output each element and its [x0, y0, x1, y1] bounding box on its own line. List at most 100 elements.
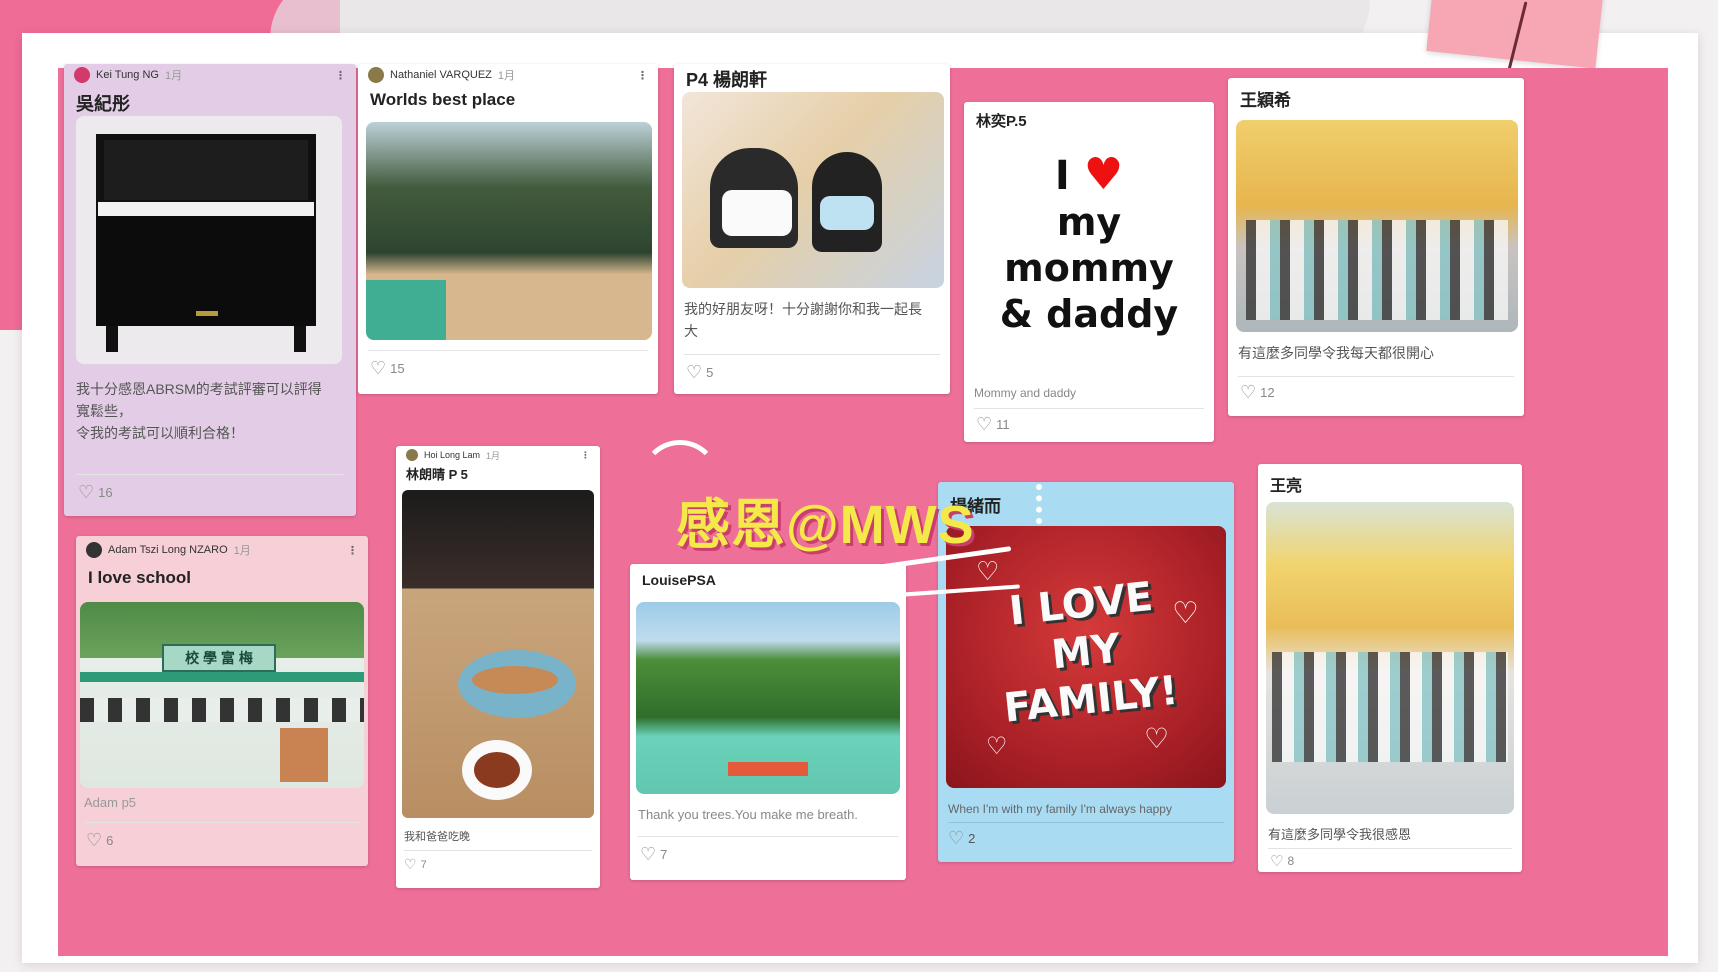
like-button[interactable]: ♡ 11 — [976, 414, 1010, 435]
like-count: 16 — [98, 485, 113, 500]
divider — [684, 354, 940, 355]
post-card-louise[interactable]: LouisePSA Thank you trees.You make me br… — [630, 564, 906, 880]
school-sign: 校 學 富 梅 — [162, 644, 276, 672]
divider — [974, 408, 1204, 409]
divider — [1238, 376, 1514, 377]
divider — [948, 822, 1224, 823]
piano-icon — [96, 134, 316, 352]
sparkle-decoration — [1036, 484, 1048, 524]
big-text: my — [1056, 200, 1122, 244]
selfie-photo[interactable] — [682, 92, 944, 288]
post-caption: Mommy and daddy — [974, 386, 1077, 400]
heart-icon: ♡ — [1144, 723, 1170, 754]
more-options-icon[interactable]: ⋮ — [335, 69, 346, 82]
post-card-adam[interactable]: Adam Tszi Long NZARO 1月 ⋮ I love school … — [76, 536, 368, 866]
post-age: 1月 — [497, 70, 516, 82]
heart-icon: ♡ — [976, 414, 993, 434]
more-options-icon[interactable]: ⋮ — [347, 544, 358, 557]
post-body: 有這麼多同學令我每天都很開心 — [1238, 345, 1434, 361]
more-options-icon[interactable]: ⋮ — [581, 450, 590, 461]
post-card-family[interactable]: 楊緒而 I LOVE MY FAMILY! ♡ ♡ ♡ ♡ When I'm w… — [938, 482, 1234, 862]
like-count: 7 — [660, 847, 668, 862]
heart-icon: ♡ — [1270, 853, 1284, 870]
like-button[interactable]: ♡ 16 — [78, 482, 113, 503]
like-count: 8 — [1287, 854, 1295, 868]
post-card-piano[interactable]: Kei Tung NG 1月 ⋮ 吳紀彤 我十分感恩ABRSM的考試評審可以評得… — [64, 64, 356, 516]
like-count: 12 — [1260, 385, 1275, 400]
like-count: 5 — [706, 365, 714, 380]
heart-icon: ♡ — [1172, 597, 1199, 630]
like-button[interactable]: ♡ 12 — [1240, 382, 1275, 403]
avatar — [406, 449, 418, 461]
post-header: Kei Tung NG 1月 ⋮ — [64, 64, 356, 86]
post-title: 王穎希 — [1240, 91, 1291, 110]
like-count: 15 — [390, 361, 405, 376]
big-text: mommy — [1004, 246, 1174, 290]
school-gate-photo[interactable] — [366, 122, 652, 340]
board-title: 感恩@MWS — [676, 495, 975, 555]
post-header: Nathaniel VARQUEZ 1月 ⋮ — [358, 64, 658, 86]
post-body: 我的好朋友呀！十分謝謝你和我一起長 大 — [684, 298, 944, 342]
post-card-wangliang[interactable]: 王亮 有這麼多同學令我很感恩 ♡ 8 — [1258, 464, 1522, 872]
divider — [404, 850, 592, 851]
heart-icon: ♡ — [1240, 382, 1257, 402]
post-card-mommy[interactable]: 林奕P.5 I ♥ my mommy & daddy Mommy and dad… — [964, 102, 1214, 442]
love-text-image[interactable]: I ♥ my mommy & daddy — [984, 152, 1194, 392]
school-building-photo[interactable]: 校 學 富 梅 — [80, 602, 364, 788]
piano-image[interactable] — [76, 116, 342, 364]
avatar — [86, 542, 102, 558]
heart-icon: ♡ — [976, 556, 1000, 586]
post-caption: When I'm with my family I'm always happy — [948, 802, 1172, 816]
family-poster[interactable]: I LOVE MY FAMILY! ♡ ♡ ♡ ♡ — [946, 526, 1226, 788]
post-title: Worlds best place — [370, 90, 516, 109]
like-button[interactable]: ♡ 2 — [948, 828, 975, 849]
post-title: I love school — [88, 568, 191, 587]
heart-icon: ♡ — [370, 358, 387, 378]
post-header: Hoi Long Lam 1月 ⋮ — [396, 446, 600, 464]
post-age: 1月 — [486, 450, 501, 461]
body-line: 我十分感恩ABRSM的考試評審可以評得 — [76, 381, 322, 397]
post-card-worlds[interactable]: Nathaniel VARQUEZ 1月 ⋮ Worlds best place… — [358, 64, 658, 394]
like-button[interactable]: ♡ 15 — [370, 358, 405, 379]
post-caption: Thank you trees.You make me breath. — [638, 807, 858, 822]
more-options-icon[interactable]: ⋮ — [637, 69, 648, 82]
post-header: Adam Tszi Long NZARO 1月 ⋮ — [76, 536, 368, 564]
big-text: I — [1054, 153, 1070, 199]
heart-icon: ♡ — [640, 844, 657, 864]
like-count: 7 — [420, 858, 427, 871]
heart-icon: ♡ — [948, 828, 965, 848]
like-button[interactable]: ♡ 7 — [404, 856, 427, 873]
divider — [84, 822, 360, 823]
body-line: 大 — [684, 323, 698, 339]
divider — [76, 474, 344, 475]
meal-photo[interactable] — [402, 490, 594, 818]
post-title: 王亮 — [1270, 478, 1303, 495]
class-photo[interactable] — [1236, 120, 1518, 332]
like-button[interactable]: ♡ 5 — [686, 362, 713, 383]
heart-icon: ♡ — [86, 830, 103, 850]
post-title: 吳紀彤 — [76, 94, 130, 114]
heart-icon: ♡ — [686, 362, 703, 382]
avatar — [74, 67, 90, 83]
author-name: Nathaniel VARQUEZ — [390, 69, 492, 81]
heart-icon: ♥ — [1083, 149, 1124, 200]
post-card-lunch[interactable]: Hoi Long Lam 1月 ⋮ 林朗晴 P 5 我和爸爸吃晚 ♡ 7 — [396, 446, 600, 888]
like-button[interactable]: ♡ 6 — [86, 830, 113, 851]
poster-text: I LOVE MY FAMILY! — [946, 566, 1226, 738]
post-title: 林奕P.5 — [976, 113, 1027, 130]
divider — [1268, 848, 1512, 849]
post-card-wangying[interactable]: 王穎希 有這麼多同學令我每天都很開心 ♡ 12 — [1228, 78, 1524, 416]
like-count: 2 — [968, 831, 976, 846]
post-age: 1月 — [233, 545, 251, 557]
body-line: 我的好朋友呀！十分謝謝你和我一起長 — [684, 301, 922, 317]
divider — [638, 836, 898, 837]
post-card-p4[interactable]: P4 楊朗軒 我的好朋友呀！十分謝謝你和我一起長 大 ♡ 5 — [674, 64, 950, 394]
like-button[interactable]: ♡ 7 — [640, 844, 667, 865]
big-text: & daddy — [999, 292, 1179, 336]
garden-photo[interactable] — [636, 602, 900, 794]
body-line: 令我的考試可以順利合格！ — [76, 425, 244, 441]
divider — [368, 350, 648, 351]
like-button[interactable]: ♡ 8 — [1270, 852, 1294, 870]
class-photo[interactable] — [1266, 502, 1514, 814]
body-line: 寬鬆些， — [76, 403, 132, 419]
